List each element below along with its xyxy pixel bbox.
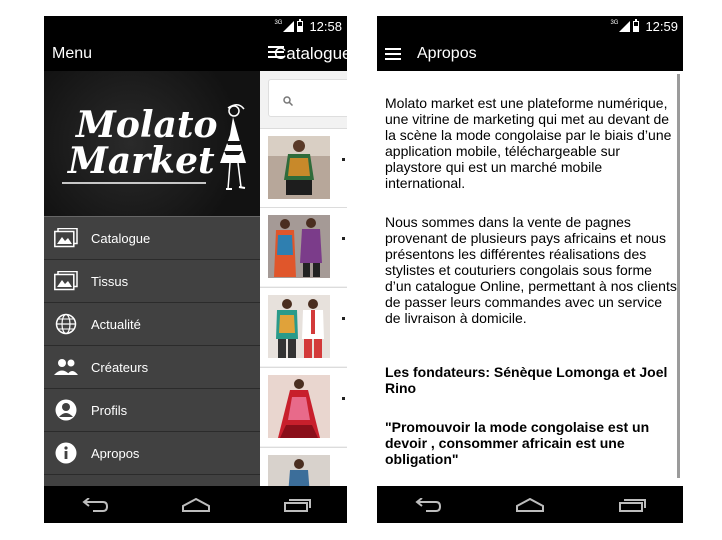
hamburger-menu-icon[interactable]	[268, 45, 284, 64]
apropos-content: Molato market est une plateforme numériq…	[377, 71, 683, 486]
item-marker	[342, 397, 345, 400]
drawer-item-profils[interactable]: Profils	[44, 389, 260, 432]
drawer-item-partial[interactable]	[44, 475, 260, 486]
info-icon	[53, 440, 79, 466]
catalog-item[interactable]	[260, 207, 347, 286]
drawer-header: Molato Market	[44, 71, 260, 217]
gallery-icon	[53, 268, 79, 294]
people-icon	[53, 354, 79, 380]
drawer-item-catalogue[interactable]: Catalogue	[44, 217, 260, 260]
drawer-item-label: Créateurs	[91, 359, 149, 375]
product-image	[268, 215, 330, 278]
network-type: 3G	[274, 19, 283, 26]
apropos-header: Apropos	[377, 36, 683, 71]
back-button[interactable]	[75, 494, 115, 516]
logo-line2: Market	[66, 140, 215, 182]
product-image	[268, 375, 330, 438]
founders-text: Les fondateurs: Sénèque Lomonga et Joel …	[385, 364, 668, 396]
phone-screen-menu: 3G 12:58 Catalogue Menu Molato Market Ca…	[44, 16, 347, 523]
home-button[interactable]	[176, 494, 216, 516]
catalog-item[interactable]	[260, 287, 347, 366]
home-button[interactable]	[510, 494, 550, 516]
drawer-item-apropos[interactable]: Apropos	[44, 432, 260, 475]
hamburger-menu-icon[interactable]	[385, 47, 401, 61]
page-title: Apropos	[417, 44, 477, 62]
item-marker	[342, 237, 345, 240]
search-icon	[283, 93, 294, 111]
gallery-icon	[53, 225, 79, 251]
drawer-item-label: Tissus	[91, 273, 129, 289]
signal-icon	[283, 20, 295, 32]
recents-button[interactable]	[612, 494, 652, 516]
catalog-item[interactable]	[260, 447, 347, 486]
molato-market-logo: Molato Market	[62, 104, 246, 190]
globe-icon	[53, 311, 79, 337]
navigation-drawer: Molato Market Catalogue Tissus Actualité…	[44, 71, 260, 486]
catalog-item[interactable]	[260, 128, 347, 207]
status-bar: 3G 12:58	[44, 16, 347, 36]
item-marker	[342, 158, 345, 161]
drawer-item-actualite[interactable]: Actualité	[44, 303, 260, 346]
network-type: 3G	[610, 19, 619, 26]
about-paragraph-1: Molato market est une plateforme numériq…	[385, 95, 672, 191]
system-nav-bar	[44, 486, 347, 523]
catalog-list	[260, 71, 347, 486]
phone-screen-apropos: 3G 12:59 Apropos Molato market est une p…	[377, 16, 683, 523]
slogan-text: "Promouvoir la mode congolaise est un de…	[385, 419, 650, 467]
about-paragraph-2: Nous sommes dans la vente de pagnes prov…	[385, 214, 677, 326]
menu-header: Menu	[44, 36, 260, 71]
menu-title: Menu	[52, 44, 93, 62]
system-nav-bar	[377, 486, 683, 523]
drawer-item-label: Actualité	[91, 316, 141, 332]
product-image	[268, 295, 330, 358]
status-time: 12:59	[645, 18, 678, 34]
drawer-item-label: Catalogue	[91, 230, 151, 246]
search-input[interactable]	[268, 79, 347, 117]
item-marker	[342, 317, 345, 320]
catalog-item[interactable]	[260, 367, 347, 446]
drawer-item-label: Profils	[91, 402, 128, 418]
recents-button[interactable]	[277, 494, 317, 516]
status-time: 12:58	[309, 18, 342, 34]
product-image	[268, 136, 330, 199]
status-bar: 3G 12:59	[377, 16, 683, 36]
signal-icon	[619, 20, 631, 32]
drawer-item-createurs[interactable]: Créateurs	[44, 346, 260, 389]
back-button[interactable]	[408, 494, 448, 516]
battery-icon	[633, 18, 640, 32]
drawer-item-tissus[interactable]: Tissus	[44, 260, 260, 303]
drawer-item-label: Apropos	[91, 445, 140, 461]
battery-icon	[297, 18, 304, 32]
scrollbar[interactable]	[677, 74, 680, 478]
catalog-title: Catalogue	[274, 43, 347, 63]
product-image	[268, 455, 330, 486]
person-icon	[53, 397, 79, 423]
